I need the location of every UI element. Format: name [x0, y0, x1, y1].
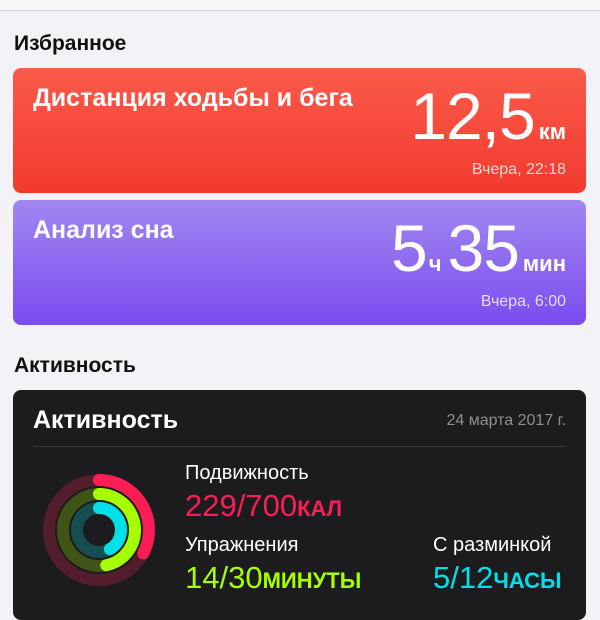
favorites-section-title: Избранное: [14, 32, 127, 55]
walking-distance-value-group: 12,5 км: [410, 78, 566, 154]
exercise-unit: МИНУТЫ: [262, 568, 362, 593]
sleep-analysis-timestamp: Вчера, 6:00: [480, 293, 566, 310]
walking-distance-title: Дистанция ходьбы и бега: [33, 84, 353, 112]
exercise-value: 14/30: [185, 560, 263, 595]
activity-divider: [33, 446, 566, 447]
sleep-hours-value: 5: [390, 211, 428, 285]
stand-value: 5/12: [433, 560, 494, 595]
sleep-analysis-card[interactable]: Анализ сна 5ч35 мин Вчера, 6:00: [13, 200, 586, 325]
stand-unit: ЧАСЫ: [493, 568, 562, 593]
move-unit: КАЛ: [297, 496, 343, 521]
walking-distance-timestamp: Вчера, 22:18: [471, 161, 566, 178]
sleep-analysis-title: Анализ сна: [33, 216, 174, 244]
exercise-label: Упражнения: [185, 534, 299, 556]
stand-label: С разминкой: [433, 534, 552, 556]
activity-date: 24 марта 2017 г.: [446, 412, 566, 429]
move-label: Подвижность: [185, 462, 309, 484]
activity-section-title: Активность: [14, 354, 136, 377]
top-separator: [0, 0, 600, 11]
walking-distance-card[interactable]: Дистанция ходьбы и бега 12,5 км Вчера, 22…: [13, 68, 586, 193]
walking-distance-unit: км: [538, 119, 566, 144]
walking-distance-value: 12,5: [410, 79, 535, 153]
activity-card[interactable]: Активность 24 марта 2017 г. Подвижность …: [13, 390, 586, 620]
sleep-hours-unit: ч: [428, 251, 442, 276]
sleep-analysis-value-group: 5ч35 мин: [391, 210, 566, 286]
sleep-minutes-unit: мин: [522, 251, 566, 276]
sleep-minutes-value: 35: [447, 211, 519, 285]
activity-rings-icon: [43, 474, 155, 586]
stand-metric: 5/12ЧАСЫ: [433, 560, 562, 596]
activity-card-title: Активность: [33, 406, 179, 434]
exercise-metric: 14/30МИНУТЫ: [185, 560, 361, 596]
move-metric: 229/700КАЛ: [185, 488, 342, 524]
move-value: 229/700: [185, 488, 298, 523]
